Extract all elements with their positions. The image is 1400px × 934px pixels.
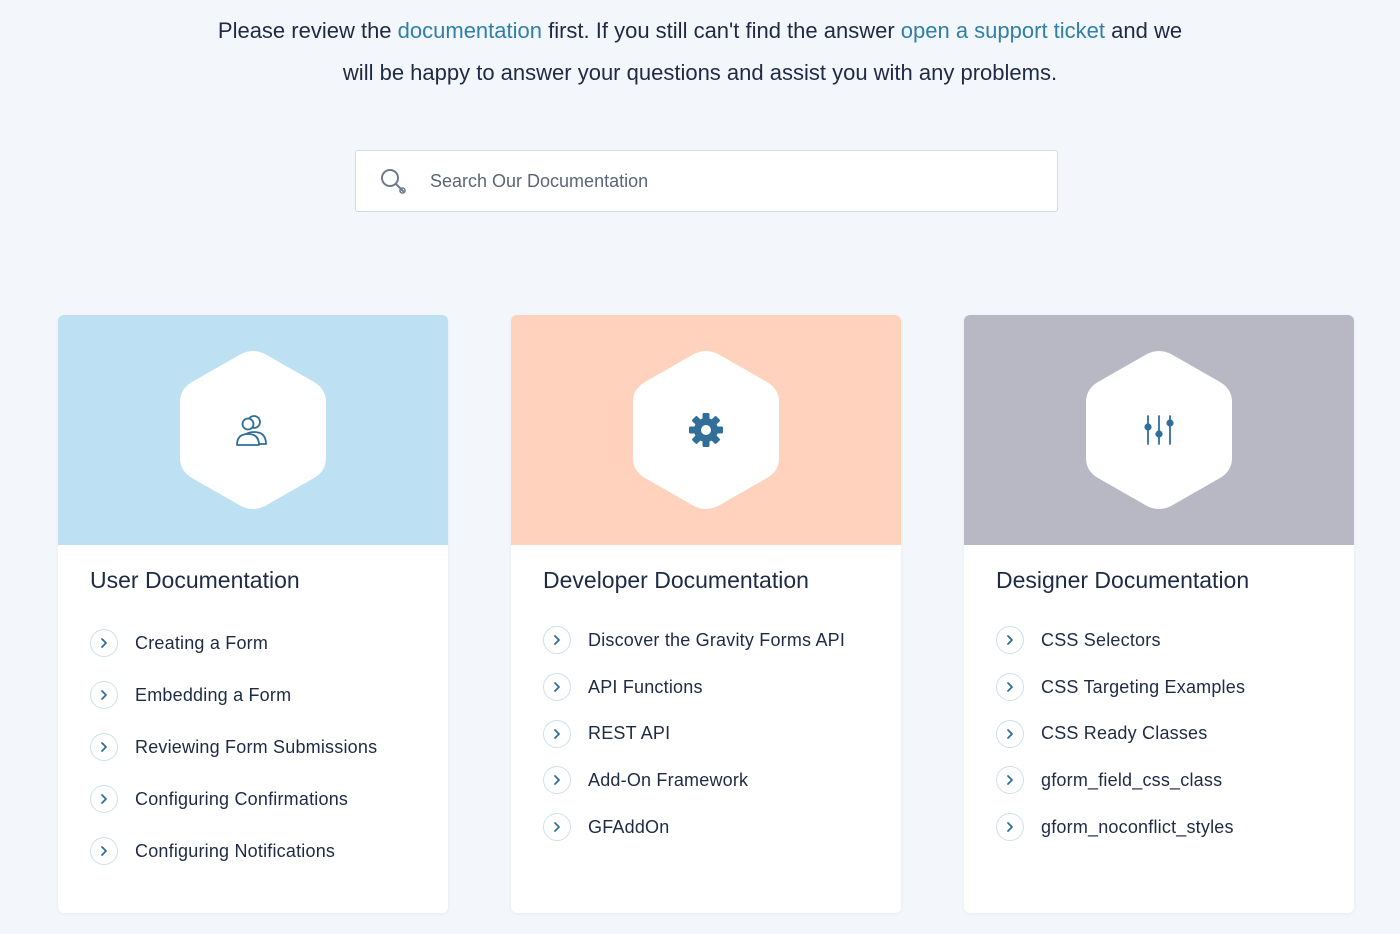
card-banner: [964, 315, 1354, 545]
chevron-right-icon: [543, 766, 571, 795]
chevron-right-icon: [543, 719, 571, 748]
user-documentation-card: User Documentation Creating a Form Embed…: [58, 315, 448, 913]
list-item[interactable]: Embedding a Form: [90, 669, 377, 721]
chevron-right-icon: [543, 673, 571, 702]
list-item[interactable]: Configuring Notifications: [90, 825, 377, 877]
list-item[interactable]: REST API: [543, 710, 845, 757]
intro-text-part: first. If you still can't find the answe…: [541, 18, 901, 43]
gear-icon: [681, 407, 731, 453]
chevron-right-icon: [90, 733, 118, 761]
card-title: Designer Documentation: [996, 567, 1250, 593]
intro-text-part: Please review the: [217, 18, 398, 43]
link-label[interactable]: API Functions: [588, 677, 703, 698]
link-label[interactable]: GFAddOn: [588, 817, 669, 838]
intro-line-2: will be happy to answer your questions a…: [342, 60, 1058, 85]
search-input[interactable]: [430, 161, 1010, 201]
search-icon[interactable]: [378, 166, 408, 196]
intro-line-1: Please review the documentation first. I…: [0, 10, 1400, 52]
card-banner: [511, 315, 901, 545]
search-box[interactable]: [355, 150, 1058, 212]
card-title: User Documentation: [90, 567, 300, 593]
list-item[interactable]: GFAddOn: [543, 804, 845, 851]
chevron-right-icon: [543, 813, 571, 842]
users-icon: [228, 407, 278, 453]
link-label[interactable]: Configuring Confirmations: [135, 789, 348, 810]
intro-text: Please review the documentation first. I…: [0, 10, 1400, 94]
chevron-right-icon: [543, 626, 571, 655]
link-label[interactable]: REST API: [588, 723, 670, 744]
card-banner: [58, 315, 448, 545]
chevron-right-icon: [90, 785, 118, 813]
link-label[interactable]: CSS Targeting Examples: [1041, 677, 1245, 698]
support-ticket-link[interactable]: open a support ticket: [901, 18, 1105, 43]
chevron-right-icon: [996, 766, 1024, 795]
card-title: Developer Documentation: [543, 567, 809, 593]
link-label[interactable]: CSS Ready Classes: [1041, 723, 1207, 744]
list-item[interactable]: Add-On Framework: [543, 757, 845, 804]
link-label[interactable]: Configuring Notifications: [135, 841, 335, 862]
list-item[interactable]: gform_field_css_class: [996, 757, 1245, 804]
link-label[interactable]: Embedding a Form: [135, 685, 291, 706]
intro-text-part: and we: [1105, 18, 1183, 43]
link-label[interactable]: gform_noconflict_styles: [1041, 817, 1234, 838]
list-item[interactable]: CSS Selectors: [996, 617, 1245, 664]
documentation-link[interactable]: documentation: [398, 18, 542, 43]
list-item[interactable]: Creating a Form: [90, 617, 377, 669]
chevron-right-icon: [996, 626, 1024, 655]
sliders-icon: [1134, 407, 1184, 453]
chevron-right-icon: [90, 837, 118, 865]
list-item[interactable]: gform_noconflict_styles: [996, 804, 1245, 851]
link-label[interactable]: Add-On Framework: [588, 770, 748, 791]
chevron-right-icon: [996, 673, 1024, 702]
chevron-right-icon: [90, 629, 118, 657]
list-item[interactable]: Discover the Gravity Forms API: [543, 617, 845, 664]
chevron-right-icon: [90, 681, 118, 709]
user-doc-links: Creating a Form Embedding a Form Reviewi…: [90, 617, 377, 877]
link-label[interactable]: CSS Selectors: [1041, 630, 1161, 651]
list-item[interactable]: CSS Targeting Examples: [996, 664, 1245, 711]
link-label[interactable]: Creating a Form: [135, 633, 268, 654]
link-label[interactable]: gform_field_css_class: [1041, 770, 1222, 791]
developer-doc-links: Discover the Gravity Forms API API Funct…: [543, 617, 845, 850]
chevron-right-icon: [996, 719, 1024, 748]
chevron-right-icon: [996, 813, 1024, 842]
list-item[interactable]: Configuring Confirmations: [90, 773, 377, 825]
designer-doc-links: CSS Selectors CSS Targeting Examples CSS…: [996, 617, 1245, 850]
list-item[interactable]: Reviewing Form Submissions: [90, 721, 377, 773]
designer-documentation-card: Designer Documentation CSS Selectors CSS…: [964, 315, 1354, 913]
link-label[interactable]: Discover the Gravity Forms API: [588, 630, 845, 651]
link-label[interactable]: Reviewing Form Submissions: [135, 737, 377, 758]
developer-documentation-card: Developer Documentation Discover the Gra…: [511, 315, 901, 913]
list-item[interactable]: API Functions: [543, 664, 845, 711]
list-item[interactable]: CSS Ready Classes: [996, 710, 1245, 757]
